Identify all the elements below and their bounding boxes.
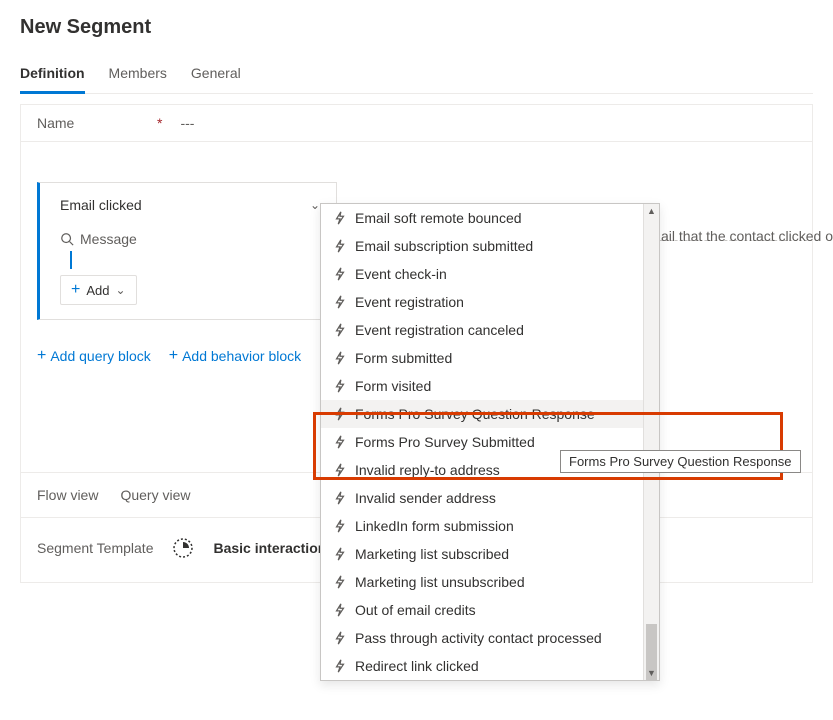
dropdown-item-label: Event registration [355, 294, 464, 310]
behavior-block: Email clicked ⌄ Message + Add ⌄ [37, 182, 337, 320]
block-header[interactable]: Email clicked ⌄ [60, 197, 320, 213]
flow-view-button[interactable]: Flow view [37, 487, 98, 503]
tab-general[interactable]: General [191, 57, 241, 93]
dropdown-item-label: Event registration canceled [355, 322, 524, 338]
dropdown-item-label: Forms Pro Survey Question Response [355, 406, 595, 422]
page-title: New Segment [20, 16, 813, 39]
add-query-label: Add query block [50, 348, 150, 364]
block-title: Email clicked [60, 197, 142, 213]
dropdown-item-label: Marketing list subscribed [355, 546, 509, 562]
dropdown-item-label: Out of email credits [355, 602, 476, 618]
dropdown-item-label: Event check-in [355, 266, 447, 282]
dropdown-item[interactable]: Event registration canceled [321, 316, 659, 344]
dropdown-item-label: Forms Pro Survey Submitted [355, 434, 535, 450]
name-label: Name [37, 115, 157, 131]
name-row: Name * --- [21, 105, 812, 142]
tab-definition[interactable]: Definition [20, 57, 85, 94]
scroll-down-arrow[interactable]: ▼ [644, 666, 659, 680]
dropdown-item[interactable]: Pass through activity contact processed [321, 624, 659, 652]
dropdown-item[interactable]: Marketing list unsubscribed [321, 568, 659, 596]
template-name[interactable]: Basic interaction [213, 540, 326, 556]
plus-icon: + [37, 348, 46, 364]
dropdown-item[interactable]: Form visited [321, 372, 659, 400]
tab-bar: Definition Members General [20, 57, 813, 94]
required-asterisk: * [157, 115, 162, 131]
dropdown-item[interactable]: Email subscription submitted [321, 232, 659, 260]
dropdown-item[interactable]: Form submitted [321, 344, 659, 372]
chevron-down-icon: ⌄ [115, 283, 125, 297]
tab-members[interactable]: Members [109, 57, 167, 93]
add-behavior-label: Add behavior block [182, 348, 301, 364]
dropdown-item[interactable]: Event check-in [321, 260, 659, 288]
dropdown-item[interactable]: Marketing list subscribed [321, 540, 659, 568]
query-view-button[interactable]: Query view [120, 487, 190, 503]
add-behavior-block-button[interactable]: +Add behavior block [169, 348, 301, 364]
add-query-block-button[interactable]: +Add query block [37, 348, 151, 364]
template-label: Segment Template [37, 540, 153, 556]
name-value[interactable]: --- [180, 115, 194, 131]
connector-line [70, 251, 72, 269]
dropdown-item-label: Invalid reply-to address [355, 462, 500, 478]
message-search[interactable]: Message [60, 231, 320, 247]
search-icon [60, 232, 74, 246]
dropdown-item-label: Pass through activity contact processed [355, 630, 602, 646]
dropdown-item-label: Redirect link clicked [355, 658, 479, 674]
dropdown-item-label: LinkedIn form submission [355, 518, 514, 534]
message-label: Message [80, 231, 137, 247]
dropdown-item-label: Marketing list unsubscribed [355, 574, 525, 590]
dropdown-item[interactable]: Event registration [321, 288, 659, 316]
scrollbar[interactable]: ▲ ▼ [643, 204, 659, 680]
add-condition-button[interactable]: + Add ⌄ [60, 275, 137, 305]
dropdown-item[interactable]: LinkedIn form submission [321, 512, 659, 540]
tooltip: Forms Pro Survey Question Response [560, 450, 801, 473]
dropdown-item-label: Invalid sender address [355, 490, 496, 506]
dropdown-item-label: Email soft remote bounced [355, 210, 522, 226]
dropdown-item[interactable]: Forms Pro Survey Question Response [321, 400, 659, 428]
plus-icon: + [71, 282, 80, 298]
dropdown-item[interactable]: Invalid sender address [321, 484, 659, 512]
interaction-dropdown[interactable]: Email soft remote bounced Email subscript… [320, 203, 660, 681]
dropdown-item[interactable]: Out of email credits [321, 596, 659, 624]
dropdown-item-label: Email subscription submitted [355, 238, 533, 254]
chevron-down-icon: ⌄ [310, 198, 320, 212]
scroll-up-arrow[interactable]: ▲ [644, 204, 659, 218]
plus-icon: + [169, 348, 178, 364]
add-label: Add [86, 283, 109, 298]
dropdown-item-label: Form visited [355, 378, 431, 394]
dropdown-item[interactable]: Email soft remote bounced [321, 204, 659, 232]
hint-text: ail that the contact clicked on [661, 228, 833, 244]
dropdown-item[interactable]: Redirect link clicked [321, 652, 659, 680]
dropdown-item-label: Form submitted [355, 350, 452, 366]
template-icon [171, 536, 195, 560]
